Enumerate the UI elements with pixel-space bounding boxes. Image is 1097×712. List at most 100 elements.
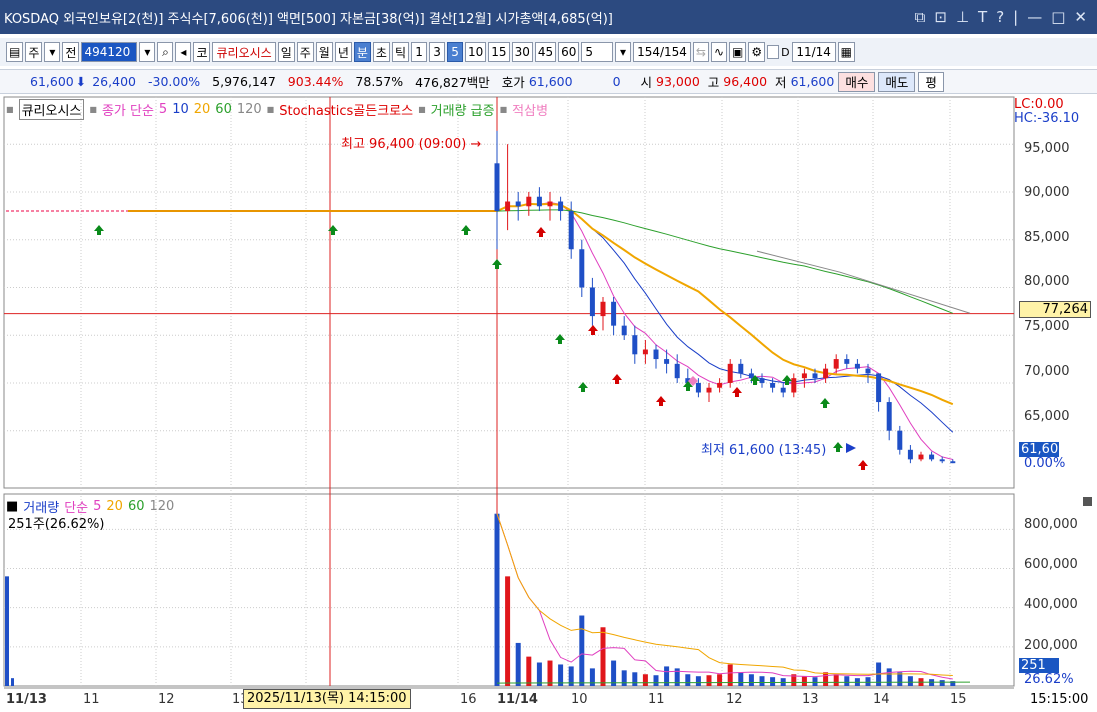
volume-bar: [515, 642, 521, 686]
price-axis-label: 80,000: [1024, 274, 1070, 289]
price-axis-label: 95,000: [1024, 141, 1070, 156]
x-axis-label: 12: [158, 692, 175, 707]
legend-ma20: 20: [193, 102, 211, 117]
price-axis-label: 85,000: [1024, 230, 1070, 245]
candle-body: [780, 387, 786, 393]
candle-body: [812, 373, 818, 379]
legend-ma60: 60: [215, 102, 232, 117]
ma120-line: [756, 250, 971, 314]
volume-bar: [579, 615, 585, 686]
volume-bar: [759, 676, 765, 686]
candle-body: [939, 459, 945, 462]
stochastics-signal-arrow: [588, 325, 598, 335]
legend-volume-surge: 거래량 급증: [430, 104, 495, 119]
crosshair-time-tag: 2025/11/13(목) 14:15:00: [243, 689, 411, 709]
volume-bar: [621, 670, 627, 686]
panel-collapse-icon[interactable]: [1083, 497, 1092, 506]
candle-body: [801, 373, 807, 379]
candle-body: [717, 382, 723, 388]
candle-body: [611, 301, 617, 326]
high-annotation: 최고 96,400 (09:00) →: [341, 137, 482, 152]
legend-stock-name[interactable]: 큐리오시스: [18, 99, 85, 120]
candle-body: [579, 249, 585, 288]
candle-body: [876, 373, 882, 403]
buy-signal-arrow: [461, 225, 471, 235]
volume-axis-label: 600,000: [1024, 557, 1078, 572]
candle-body: [642, 349, 648, 355]
legend-ma5: 5: [158, 102, 168, 117]
volume-bar: [833, 674, 839, 686]
buy-signal-arrow: [820, 398, 830, 408]
candle-body: [770, 382, 776, 388]
candle-body: [674, 363, 680, 379]
candle-body: [589, 287, 595, 317]
candle-body: [695, 382, 701, 393]
candle-body: [791, 378, 797, 393]
stochastics-signal-arrow: [732, 387, 742, 397]
lc-value: LC:0.00: [1014, 97, 1064, 112]
price-axis-label: 65,000: [1024, 409, 1070, 424]
volume-bar: [823, 672, 829, 686]
volume-legend-ma20: 20: [106, 499, 123, 514]
volume-bar: [801, 676, 807, 686]
candle-body: [833, 359, 839, 369]
candle-body: [929, 454, 935, 460]
volume-bar: [526, 656, 532, 686]
candle-body: [505, 201, 511, 212]
volume-bar: [547, 660, 553, 686]
x-axis-label: 16: [460, 692, 477, 707]
hc-value: HC:-36.10: [1014, 111, 1080, 126]
x-axis-label: 11: [648, 692, 665, 707]
volume-bar: [770, 677, 776, 686]
price-axis-label: 90,000: [1024, 185, 1070, 200]
volume-bar: [611, 660, 617, 686]
volume-bar: [11, 678, 14, 686]
candle-body: [918, 454, 924, 460]
buy-signal-arrow: [578, 382, 588, 392]
price-axis-label: 70,000: [1024, 364, 1070, 379]
candle-body: [706, 387, 712, 393]
volume-ma5-line: [496, 513, 953, 680]
price-axis-label: 75,000: [1024, 319, 1070, 334]
volume-axis-label: 200,000: [1024, 638, 1078, 653]
candle-body: [897, 430, 903, 450]
volume-ma20-line: [496, 513, 953, 676]
stochastics-signal-arrow: [656, 396, 666, 406]
volume-bar: [844, 676, 850, 686]
buy-signal-arrow: [94, 225, 104, 235]
candle-body: [526, 196, 532, 207]
x-axis-label: 15: [950, 692, 967, 707]
x-axis-label: 11: [83, 692, 100, 707]
price-legend: ■ 큐리오시스 ■ 종가 단순 5 10 20 60 120 ■ Stochas…: [6, 99, 548, 120]
legend-three-soldiers: 적삼병: [512, 104, 549, 119]
volume-tag: 251: [1019, 658, 1059, 673]
volume-bar: [738, 672, 744, 686]
volume-bar: [706, 675, 712, 686]
legend-ma120: 120: [236, 102, 262, 117]
ma5-line: [496, 201, 953, 460]
candle-body: [950, 461, 956, 464]
x-axis-label: 13: [802, 692, 819, 707]
volume-bar: [865, 677, 871, 686]
candle-body: [844, 359, 850, 364]
ma60-line: [496, 209, 953, 314]
legend-ma-label: 종가 단순: [101, 104, 154, 119]
volume-bar: [653, 675, 659, 686]
volume-bar: [812, 677, 818, 686]
volume-pct-tag: 26.62%: [1024, 672, 1074, 687]
volume-axis-label: 400,000: [1024, 597, 1078, 612]
volume-current: 251주(26.62%): [8, 517, 105, 532]
x-axis-label: 11/14: [497, 692, 538, 707]
x-axis-label: 14: [873, 692, 890, 707]
lc-hc-readout: LC:0.00 HC:-36.10: [1014, 98, 1079, 126]
candle-body: [907, 449, 913, 460]
volume-bar: [494, 513, 500, 686]
candle-body: [558, 201, 564, 212]
candle-body: [653, 349, 659, 360]
ma20-line: [496, 202, 954, 406]
x-axis-label: 10: [571, 692, 588, 707]
x-axis-label: 11/13: [6, 692, 47, 707]
volume-bar: [600, 627, 606, 686]
volume-legend-ma120: 120: [149, 499, 175, 514]
candle-body: [886, 402, 892, 431]
